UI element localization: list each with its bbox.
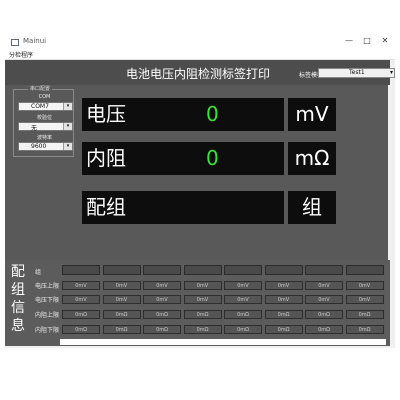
limit-cell[interactable]: 0mΩ xyxy=(62,310,100,319)
group-name-cell[interactable] xyxy=(224,265,262,275)
limit-cell[interactable]: 0mΩ xyxy=(143,310,181,319)
row-label-group: 组 xyxy=(35,269,42,276)
com-port-value: COM7 xyxy=(31,103,49,110)
title-bar: Mainui — □ ✕ xyxy=(5,36,395,49)
voltage-value: 0 xyxy=(206,102,219,126)
section-title-char: 配 xyxy=(11,264,25,280)
group-name-cell[interactable] xyxy=(305,265,343,275)
header-banner: 电池电压内阻检测标签打印 标签模板 Test1 ▾ xyxy=(5,60,395,85)
resistance-value: 0 xyxy=(206,146,219,170)
template-select[interactable]: Test1 ▾ xyxy=(318,68,395,78)
limit-cell[interactable]: 0mV xyxy=(264,281,303,290)
row-label-resistance-upper: 内阻上限 xyxy=(35,312,60,319)
serial-config-group: 串口配置 COM COM7 ▾ 校验位 无 ▾ 波特率 9600 ▾ xyxy=(13,85,74,157)
limit-cell[interactable]: 0mV xyxy=(143,295,181,304)
resistance-label: 内阻 xyxy=(86,146,126,170)
group-name-cell[interactable] xyxy=(62,265,100,275)
serial-config-panel: 串口配置 COM COM7 ▾ 校验位 无 ▾ 波特率 9600 ▾ xyxy=(5,85,78,260)
grouping-section-title: 配 组 信 息 xyxy=(11,263,25,335)
voltage-display: 电压 0 xyxy=(82,98,284,131)
limit-cell[interactable]: 0mV xyxy=(345,281,384,290)
close-icon[interactable]: ✕ xyxy=(378,36,392,45)
group-name-cell[interactable] xyxy=(345,265,384,275)
chevron-down-icon: ▾ xyxy=(63,143,72,150)
page-title: 电池电压内阻检测标签打印 xyxy=(126,67,271,81)
status-strip xyxy=(60,339,386,345)
readout-panel: 电压 0 mV 内阻 0 mΩ 配组 组 xyxy=(78,85,388,260)
section-title-char: 息 xyxy=(11,318,25,334)
app-icon xyxy=(11,39,19,46)
limit-cell[interactable]: 0mV xyxy=(102,281,141,290)
resistance-display: 内阻 0 xyxy=(82,142,284,175)
chevron-down-icon: ▾ xyxy=(63,123,72,130)
limit-cell[interactable]: 0mΩ xyxy=(102,325,141,334)
limit-cell[interactable]: 0mV xyxy=(183,295,222,304)
group-name-cell[interactable] xyxy=(264,265,303,275)
group-unit: 组 xyxy=(288,191,336,224)
section-title-char: 信 xyxy=(11,300,25,316)
window-title: Mainui xyxy=(23,37,47,45)
row-label-voltage-lower: 电压下限 xyxy=(35,297,60,304)
parity-label: 校验位 xyxy=(36,115,52,121)
limit-cell[interactable]: 0mV xyxy=(224,295,262,304)
com-label: COM xyxy=(38,94,51,100)
limit-cell[interactable]: 0mV xyxy=(224,281,262,290)
limit-cell[interactable]: 0mΩ xyxy=(305,325,343,334)
group-name-cell[interactable] xyxy=(102,265,141,275)
parity-select[interactable]: 无 ▾ xyxy=(18,122,73,132)
limit-cell[interactable]: 0mΩ xyxy=(224,325,262,334)
minimize-icon[interactable]: — xyxy=(342,36,356,45)
template-select-value: Test1 xyxy=(349,69,365,76)
limit-cell[interactable]: 0mV xyxy=(143,281,181,290)
voltage-label: 电压 xyxy=(86,102,126,126)
limit-cell[interactable]: 0mΩ xyxy=(143,325,181,334)
limit-cell[interactable]: 0mΩ xyxy=(345,325,384,334)
limit-cell[interactable]: 0mΩ xyxy=(305,310,343,319)
limit-cell[interactable]: 0mV xyxy=(102,295,141,304)
menu-bar: 分检程序 xyxy=(5,49,395,60)
resistance-unit: mΩ xyxy=(288,142,336,175)
menu-item-sort-program[interactable]: 分检程序 xyxy=(9,50,33,59)
limit-cell[interactable]: 0mV xyxy=(345,295,384,304)
row-label-resistance-lower: 内阻下限 xyxy=(35,327,60,334)
chevron-down-icon: ▾ xyxy=(389,69,393,76)
serial-config-group-label: 串口配置 xyxy=(28,85,53,92)
limit-cell[interactable]: 0mΩ xyxy=(224,310,262,319)
limit-cell[interactable]: 0mV xyxy=(62,295,100,304)
limit-cell[interactable]: 0mΩ xyxy=(102,310,141,319)
limit-cell[interactable]: 0mΩ xyxy=(345,310,384,319)
limit-cell[interactable]: 0mΩ xyxy=(264,310,303,319)
limit-cell[interactable]: 0mV xyxy=(305,295,343,304)
limit-cell[interactable]: 0mΩ xyxy=(264,325,303,334)
parity-value: 无 xyxy=(31,125,38,132)
voltage-unit: mV xyxy=(288,98,336,131)
limit-cell[interactable]: 0mΩ xyxy=(62,325,100,334)
com-port-select[interactable]: COM7 ▾ xyxy=(18,102,73,111)
limit-cell[interactable]: 0mV xyxy=(264,295,303,304)
baud-rate-select[interactable]: 9600 ▾ xyxy=(18,142,73,151)
section-title-char: 组 xyxy=(11,282,25,298)
baud-rate-value: 9600 xyxy=(31,143,47,150)
maximize-icon[interactable]: □ xyxy=(360,36,374,45)
limit-cell[interactable]: 0mΩ xyxy=(183,310,222,319)
baud-rate-label: 波特率 xyxy=(36,135,52,141)
group-label: 配组 xyxy=(86,195,126,219)
limit-cell[interactable]: 0mΩ xyxy=(183,325,222,334)
grouping-info-panel: 配 组 信 息 组 电压上限 电压下限 内阻上限 内阻下限 0mV 0mV 0mV 0… xyxy=(5,260,390,346)
limit-cell[interactable]: 0mV xyxy=(62,281,100,290)
chevron-down-icon: ▾ xyxy=(63,103,72,110)
limit-cell[interactable]: 0mV xyxy=(305,281,343,290)
group-display: 配组 xyxy=(82,191,284,224)
group-name-cell[interactable] xyxy=(183,265,222,275)
row-label-voltage-upper: 电压上限 xyxy=(35,283,60,290)
limit-cell[interactable]: 0mV xyxy=(183,281,222,290)
group-name-cell[interactable] xyxy=(143,265,181,275)
